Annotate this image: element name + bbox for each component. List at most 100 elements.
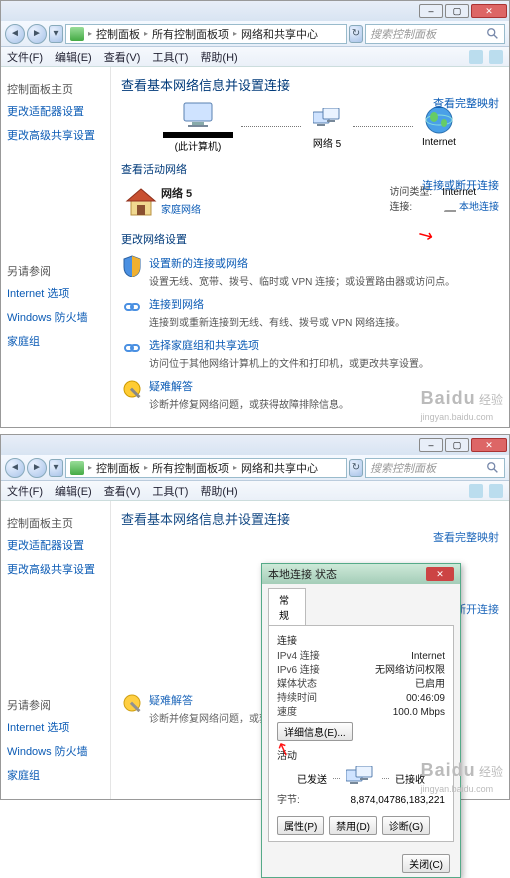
kv-value: 无网络访问权限 — [375, 664, 445, 678]
item-desc: 连接到或重新连接到无线、有线、拨号或 VPN 网络连接。 — [149, 314, 405, 329]
connection-icon — [442, 202, 456, 212]
crumb-2[interactable]: 所有控制面板项 — [150, 460, 231, 476]
breadcrumb[interactable]: ▸ 控制面板 ▸ 所有控制面板项 ▸ 网络和共享中心 — [65, 458, 347, 478]
sidebar-sharing-settings[interactable]: 更改高级共享设置 — [7, 561, 104, 577]
sidebar-also-header: 另请参阅 — [7, 263, 104, 279]
network-type-link[interactable]: 家庭网络 — [161, 201, 201, 216]
sidebar-firewall[interactable]: Windows 防火墙 — [7, 309, 104, 325]
disable-button[interactable]: 禁用(D) — [329, 816, 377, 835]
local-connection-link[interactable]: 本地连接 — [459, 202, 499, 213]
titlebar: – ▢ ✕ — [1, 1, 509, 21]
section-connection: 连接 — [277, 632, 445, 647]
crumb-2[interactable]: 所有控制面板项 — [150, 26, 231, 42]
control-panel-icon — [70, 27, 84, 41]
refresh-button[interactable]: ↻ — [349, 459, 363, 477]
maximize-button[interactable]: ▢ — [445, 438, 469, 452]
sidebar-adapter-settings[interactable]: 更改适配器设置 — [7, 537, 104, 553]
network-name: 网络 5 — [161, 185, 201, 201]
dialog-titlebar[interactable]: 本地连接 状态 ✕ — [262, 564, 460, 584]
breadcrumb[interactable]: ▸ 控制面板 ▸ 所有控制面板项 ▸ 网络和共享中心 — [65, 24, 347, 44]
dialog-close-button[interactable]: ✕ — [426, 567, 454, 581]
item-desc: 访问位于其他网络计算机上的文件和打印机，或更改共享设置。 — [149, 355, 429, 370]
homegroup-sharing[interactable]: 选择家庭组和共享选项访问位于其他网络计算机上的文件和打印机，或更改共享设置。 — [121, 337, 499, 370]
crumb-1[interactable]: 控制面板 — [94, 460, 142, 476]
search-icon — [486, 27, 500, 41]
tab-general[interactable]: 常规 — [268, 588, 306, 625]
kv-value: 100.0 Mbps — [393, 706, 445, 720]
setup-new-connection[interactable]: 设置新的连接或网络设置无线、宽带、拨号、临时或 VPN 连接；或设置路由器或访问… — [121, 255, 499, 288]
menu-tools[interactable]: 工具(T) — [152, 49, 188, 65]
node-network[interactable]: 网络 5 — [309, 103, 345, 150]
minimize-button[interactable]: – — [419, 438, 443, 452]
kv-label: 速度 — [277, 706, 347, 720]
sidebar-sharing-settings[interactable]: 更改高级共享设置 — [7, 127, 104, 143]
main-panel: 查看基本网络信息并设置连接 查看完整映射 (此计算机) 网络 5 Interne… — [111, 67, 509, 427]
close-button[interactable]: ✕ — [471, 438, 507, 452]
menu-tools[interactable]: 工具(T) — [152, 483, 188, 499]
window-2: – ▢ ✕ ◄ ► ▾ ▸ 控制面板 ▸ 所有控制面板项 ▸ 网络和共享中心 ↻… — [0, 434, 510, 800]
view-full-map-link[interactable]: 查看完整映射 — [433, 95, 499, 111]
help-icon[interactable] — [489, 50, 503, 64]
item-title: 选择家庭组和共享选项 — [149, 337, 429, 353]
network-label: 网络 5 — [309, 135, 345, 150]
maximize-button[interactable]: ▢ — [445, 4, 469, 18]
sidebar-homegroup[interactable]: 家庭组 — [7, 333, 104, 349]
toolbar-icon-1[interactable] — [469, 50, 483, 64]
kv-value: 00:46:09 — [406, 692, 445, 706]
item-title: 设置新的连接或网络 — [149, 255, 455, 271]
sidebar-internet-options[interactable]: Internet 选项 — [7, 719, 104, 735]
item-desc: 设置无线、宽带、拨号、临时或 VPN 连接；或设置路由器或访问点。 — [149, 273, 455, 288]
history-dropdown[interactable]: ▾ — [49, 459, 63, 477]
menu-file[interactable]: 文件(F) — [7, 483, 43, 499]
diagnose-button[interactable]: 诊断(G) — [382, 816, 430, 835]
menu-view[interactable]: 查看(V) — [104, 483, 141, 499]
sidebar-home[interactable]: 控制面板主页 — [7, 81, 104, 97]
connect-to-network[interactable]: 连接到网络连接到或重新连接到无线、有线、拨号或 VPN 网络连接。 — [121, 296, 499, 329]
active-networks-header: 查看活动网络 — [121, 161, 499, 177]
history-dropdown[interactable]: ▾ — [49, 25, 63, 43]
node-this-pc[interactable]: (此计算机) — [163, 100, 233, 153]
kv-label: 媒体状态 — [277, 678, 347, 692]
minimize-button[interactable]: – — [419, 4, 443, 18]
back-button[interactable]: ◄ — [5, 24, 25, 44]
crumb-3[interactable]: 网络和共享中心 — [239, 460, 320, 476]
search-input[interactable]: 搜索控制面板 — [365, 24, 505, 44]
internet-label: Internet — [421, 137, 457, 148]
crumb-1[interactable]: 控制面板 — [94, 26, 142, 42]
search-input[interactable]: 搜索控制面板 — [365, 458, 505, 478]
sidebar-internet-options[interactable]: Internet 选项 — [7, 285, 104, 301]
menu-help[interactable]: 帮助(H) — [200, 49, 237, 65]
this-pc-label: (此计算机) — [163, 138, 233, 153]
forward-button[interactable]: ► — [27, 458, 47, 478]
forward-button[interactable]: ► — [27, 24, 47, 44]
sidebar-home[interactable]: 控制面板主页 — [7, 515, 104, 531]
menu-file[interactable]: 文件(F) — [7, 49, 43, 65]
crumb-3[interactable]: 网络和共享中心 — [239, 26, 320, 42]
titlebar: – ▢ ✕ — [1, 435, 509, 455]
sidebar-adapter-settings[interactable]: 更改适配器设置 — [7, 103, 104, 119]
menu-edit[interactable]: 编辑(E) — [55, 483, 92, 499]
sidebar-firewall[interactable]: Windows 防火墙 — [7, 743, 104, 759]
main-panel: 查看基本网络信息并设置连接 查看完整映射 连接或断开连接 疑难解答诊断并修复网络… — [111, 501, 509, 799]
link-icon — [121, 296, 143, 318]
wrench-icon — [121, 378, 143, 400]
menu-edit[interactable]: 编辑(E) — [55, 49, 92, 65]
menu-help[interactable]: 帮助(H) — [200, 483, 237, 499]
toolbar-icon-1[interactable] — [469, 484, 483, 498]
menu-view[interactable]: 查看(V) — [104, 49, 141, 65]
refresh-button[interactable]: ↻ — [349, 25, 363, 43]
kv-label: IPv4 连接 — [277, 650, 347, 664]
properties-button[interactable]: 属性(P) — [277, 816, 324, 835]
sidebar-homegroup[interactable]: 家庭组 — [7, 767, 104, 783]
close-dialog-button[interactable]: 关闭(C) — [402, 854, 450, 873]
details-button[interactable]: 详细信息(E)... — [277, 722, 353, 741]
sidebar-also-header: 另请参阅 — [7, 697, 104, 713]
page-title: 查看基本网络信息并设置连接 — [121, 75, 499, 94]
connect-disconnect-link[interactable]: 连接或断开连接 — [422, 177, 499, 193]
address-bar: ◄ ► ▾ ▸ 控制面板 ▸ 所有控制面板项 ▸ 网络和共享中心 ↻ 搜索控制面… — [1, 21, 509, 47]
node-internet[interactable]: Internet — [421, 105, 457, 148]
help-icon[interactable] — [489, 484, 503, 498]
troubleshoot[interactable]: 疑难解答诊断并修复网络问题，或获得故障排除信息。 — [121, 378, 499, 411]
close-button[interactable]: ✕ — [471, 4, 507, 18]
back-button[interactable]: ◄ — [5, 458, 25, 478]
